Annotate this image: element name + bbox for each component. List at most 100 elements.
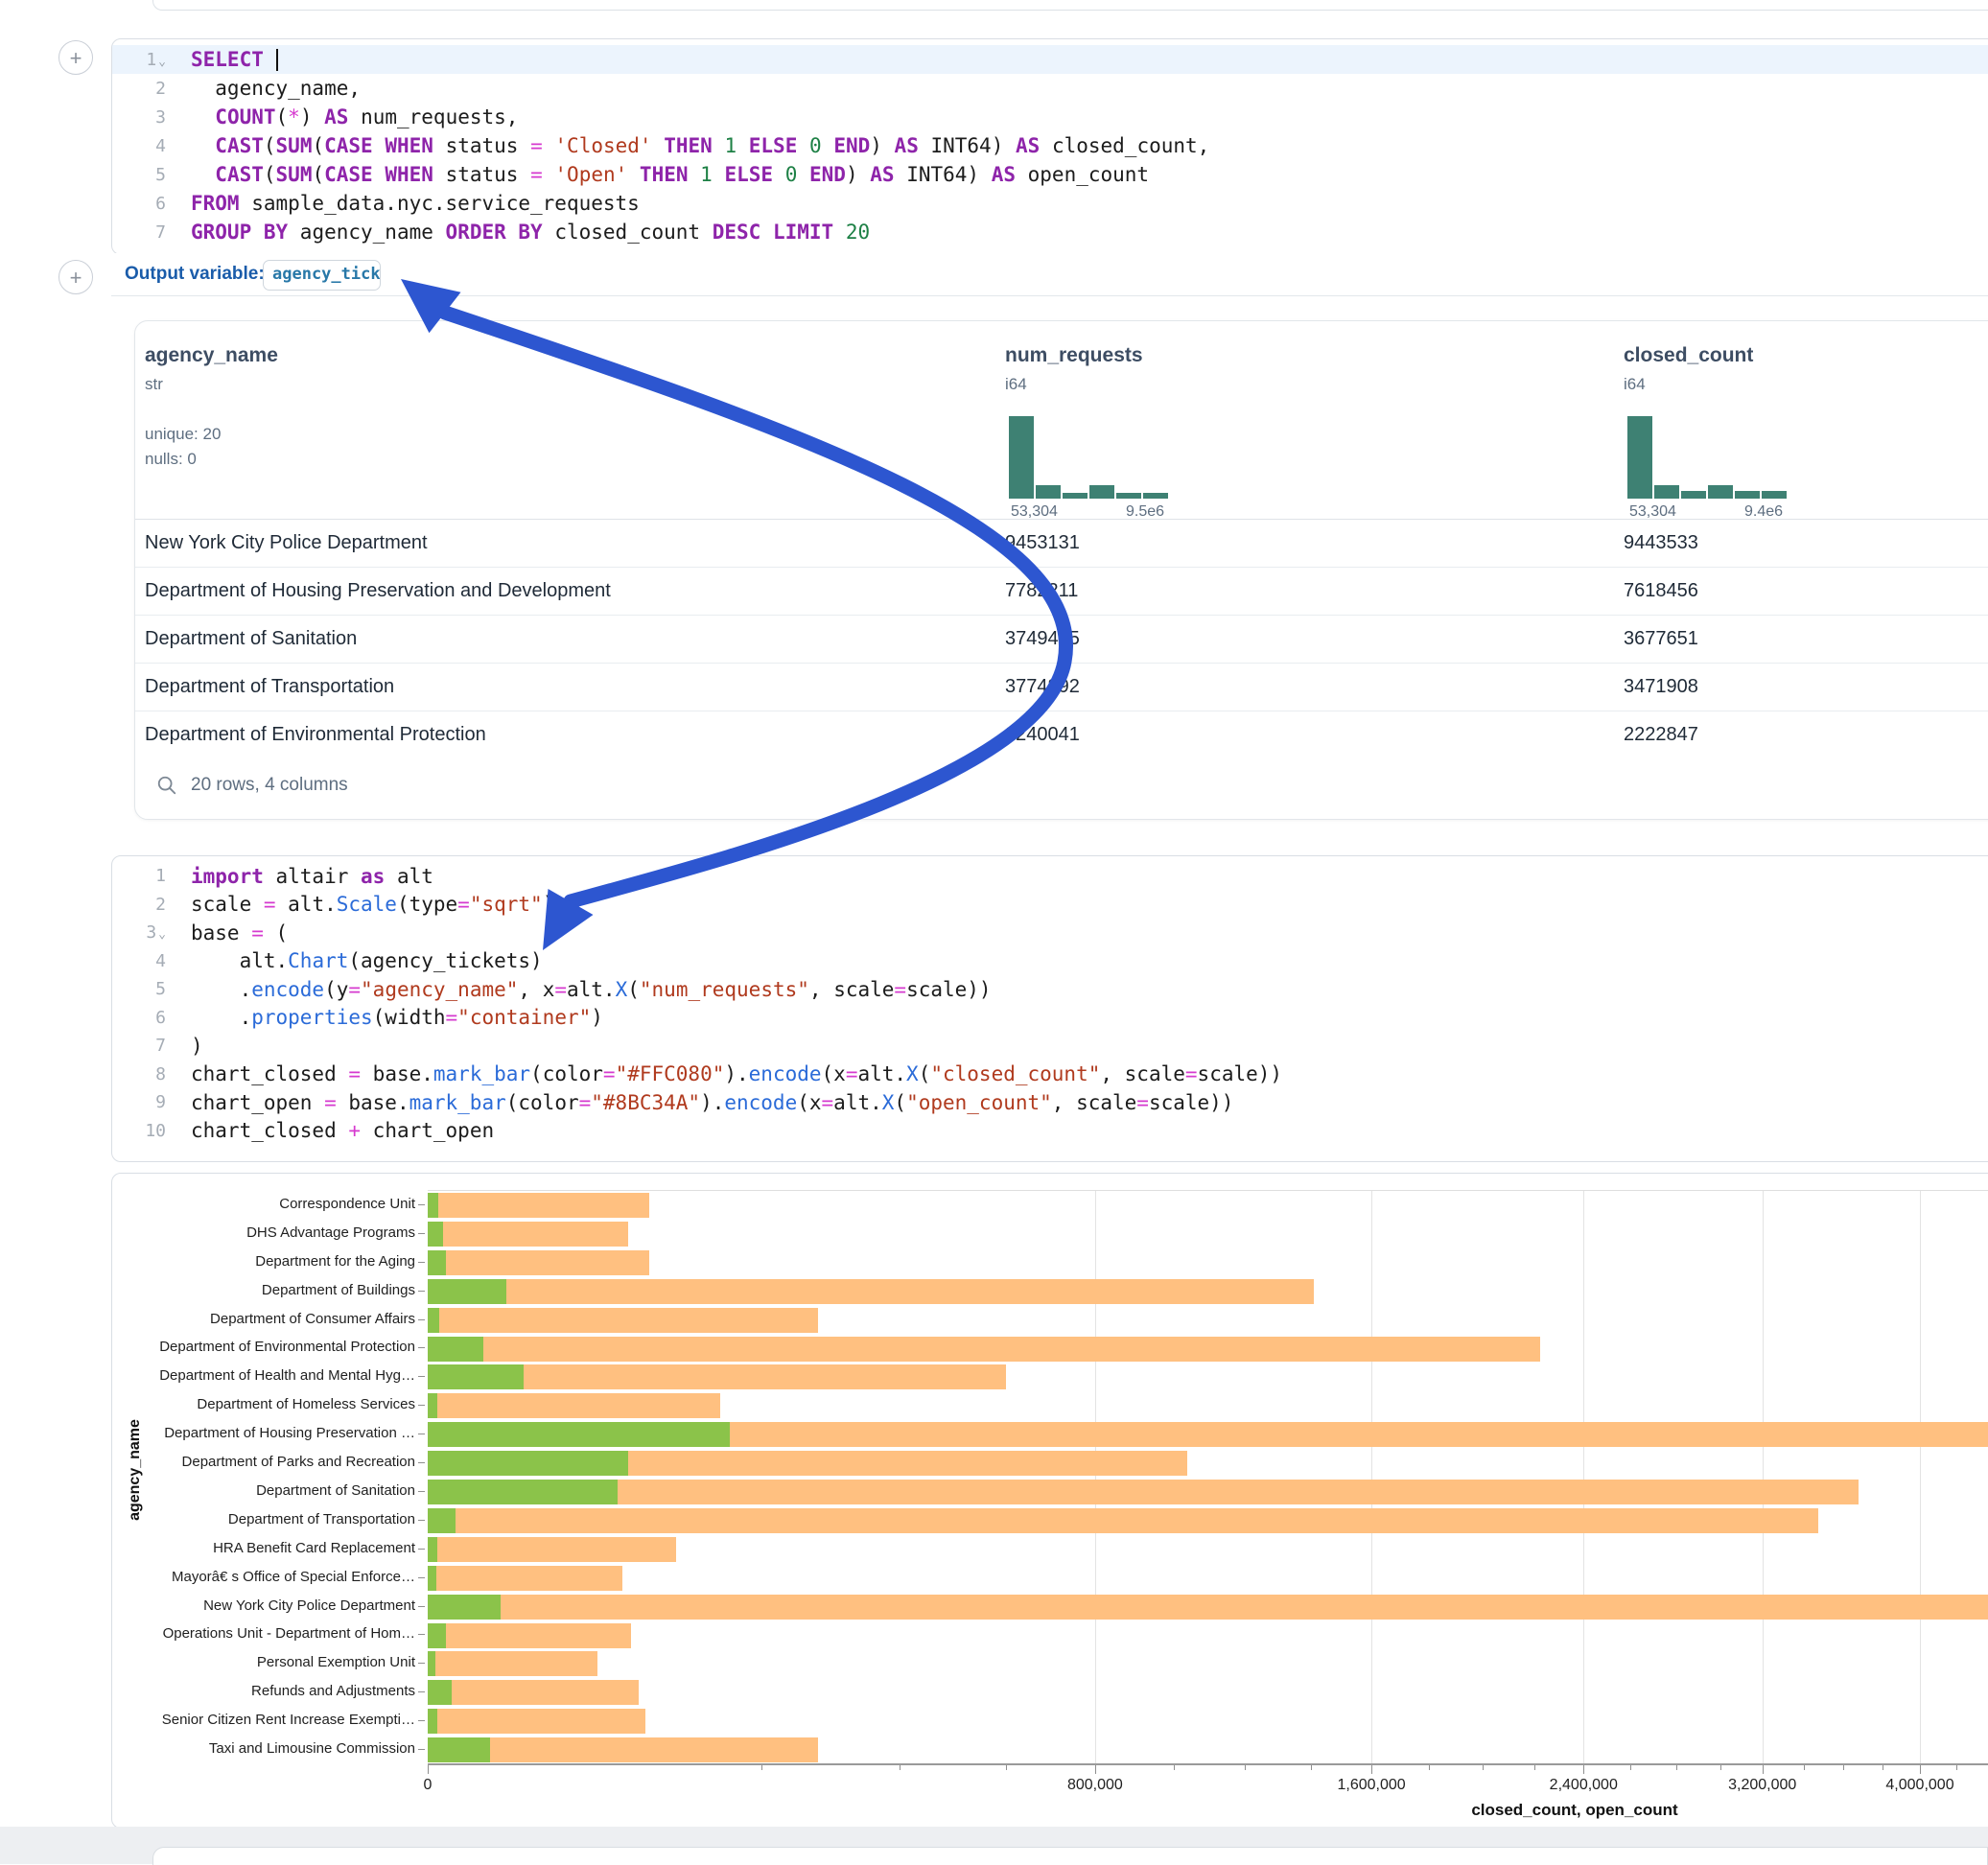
code-line-10[interactable]: 10chart_closed + chart_open (112, 1117, 1988, 1146)
text-cursor (276, 49, 278, 71)
code-line-5[interactable]: 5 CAST(SUM(CASE WHEN status = 'Open' THE… (112, 160, 1988, 189)
x-axis-minor-tick (1174, 1765, 1175, 1770)
x-axis-minor-tick (1676, 1765, 1677, 1770)
cell-num-requests: 3749485 (1005, 616, 1080, 663)
x-axis-minor-tick (1483, 1765, 1484, 1770)
python-code-editor[interactable]: 1import altair as alt2scale = alt.Scale(… (112, 856, 1988, 1145)
row-count-label: 20 rows, 4 columns (191, 775, 348, 796)
line-number: 3 (112, 107, 175, 128)
bar-open-count (428, 1623, 446, 1648)
y-axis-label: Department of Housing Preservation … (128, 1425, 415, 1441)
code-line-4[interactable]: 4 CAST(SUM(CASE WHEN status = 'Closed' T… (112, 131, 1988, 160)
search-icon[interactable] (156, 775, 177, 796)
y-axis-tick (418, 1606, 425, 1607)
table-row[interactable]: Department of Housing Preservation and D… (135, 567, 1988, 615)
code-line-3[interactable]: 3⌄base = ( (112, 919, 1988, 947)
sql-code-cell[interactable]: 1⌄SELECT 2 agency_name,3 COUNT(*) AS num… (111, 38, 1988, 255)
add-cell-button-middle[interactable]: + (58, 260, 93, 294)
bar-open-count (428, 1308, 439, 1333)
code-line-2[interactable]: 2 agency_name, (112, 74, 1988, 103)
bar-open-count (428, 1337, 483, 1362)
sql-code-editor[interactable]: 1⌄SELECT 2 agency_name,3 COUNT(*) AS num… (112, 39, 1988, 246)
histogram-bar (1681, 491, 1706, 499)
line-number: 5 (112, 979, 175, 999)
column-header-closed-count[interactable]: closed_count (1624, 344, 1753, 367)
code-line-8[interactable]: 8chart_closed = base.mark_bar(color="#FF… (112, 1061, 1988, 1089)
code-line-7[interactable]: 7) (112, 1032, 1988, 1061)
column-meta-nulls: nulls: 0 (145, 450, 197, 469)
bar-closed-count (428, 1508, 1818, 1533)
bar-open-count (428, 1737, 490, 1762)
bar-open-count (428, 1393, 437, 1418)
code-line-2[interactable]: 2scale = alt.Scale(type="sqrt") (112, 891, 1988, 920)
y-axis-tick (418, 1204, 425, 1205)
code-line-1[interactable]: 1⌄SELECT (112, 45, 1988, 74)
gridline (1763, 1191, 1764, 1764)
x-axis-minor-tick (1956, 1765, 1957, 1770)
column-header-agency-name[interactable]: agency_name (145, 344, 278, 367)
y-axis-label: Department for the Aging (128, 1253, 415, 1270)
y-axis-tick (418, 1577, 425, 1578)
chart-x-axis-line (428, 1763, 1988, 1765)
bar-closed-count (428, 1308, 818, 1333)
code-line-3[interactable]: 3 COUNT(*) AS num_requests, (112, 103, 1988, 131)
x-axis-tick-label: 4,000,000 (1885, 1777, 1953, 1794)
code-line-7[interactable]: 7GROUP BY agency_name ORDER BY closed_co… (112, 218, 1988, 246)
bar-closed-count (428, 1193, 649, 1218)
x-axis-major-tick (1920, 1765, 1921, 1774)
bar-closed-count (428, 1680, 639, 1705)
output-variable-label: Output variable: (125, 264, 265, 285)
collapse-chevron-icon[interactable]: ⌄ (158, 55, 166, 69)
x-axis-tick-label: 0 (424, 1777, 433, 1794)
table-row[interactable]: Department of Environmental Protection22… (135, 711, 1988, 758)
bar-open-count (428, 1508, 456, 1533)
y-axis-label: Personal Exemption Unit (128, 1654, 415, 1670)
gridline (1371, 1191, 1372, 1764)
line-number: 6 (112, 1008, 175, 1028)
query-results-table: agency_name str unique: 20 nulls: 0 num_… (134, 320, 1988, 820)
line-number: 7 (112, 1036, 175, 1056)
x-axis-major-tick (428, 1765, 429, 1774)
line-number: 8 (112, 1064, 175, 1084)
bar-closed-count (428, 1651, 597, 1676)
table-row[interactable]: New York City Police Department945313194… (135, 519, 1988, 567)
bar-closed-count (428, 1393, 720, 1418)
y-axis-tick (418, 1634, 425, 1635)
code-line-5[interactable]: 5 .encode(y="agency_name", x=alt.X("num_… (112, 975, 1988, 1004)
cell-num-requests: 9453131 (1005, 520, 1080, 567)
line-number: 1 (112, 866, 175, 886)
y-axis-tick (418, 1347, 425, 1348)
bar-closed-count (428, 1623, 631, 1648)
line-number: 7 (112, 222, 175, 243)
code-line-9[interactable]: 9chart_open = base.mark_bar(color="#8BC3… (112, 1088, 1988, 1117)
code-line-6[interactable]: 6FROM sample_data.nyc.service_requests (112, 189, 1988, 218)
cell-num-requests: 2240041 (1005, 711, 1080, 758)
y-axis-tick (418, 1262, 425, 1263)
gridline (1583, 1191, 1584, 1764)
line-number: 9 (112, 1092, 175, 1112)
histogram-bar (1116, 493, 1141, 499)
column-header-num-requests[interactable]: num_requests (1005, 344, 1143, 367)
cell-agency-name: New York City Police Department (145, 520, 428, 567)
table-row[interactable]: Department of Sanitation37494853677651 (135, 615, 1988, 663)
bar-open-count (428, 1566, 436, 1591)
x-axis-tick-label: 2,400,000 (1550, 1777, 1618, 1794)
collapse-chevron-icon[interactable]: ⌄ (158, 927, 166, 942)
y-axis-tick (418, 1691, 425, 1692)
y-axis-label: New York City Police Department (128, 1597, 415, 1614)
histogram-bar (1089, 485, 1114, 499)
y-axis-tick (418, 1462, 425, 1463)
bar-open-count (428, 1279, 506, 1304)
line-number: 10 (112, 1121, 175, 1141)
bar-open-count (428, 1222, 443, 1247)
code-line-6[interactable]: 6 .properties(width="container") (112, 1004, 1988, 1033)
add-cell-button-top[interactable]: + (58, 40, 93, 75)
cell-closed-count: 2222847 (1624, 711, 1698, 758)
histogram-bar (1654, 485, 1679, 499)
output-variable-pill[interactable]: agency_tickets (263, 260, 381, 291)
table-row[interactable]: Department of Transportation377489234719… (135, 663, 1988, 711)
code-line-1[interactable]: 1import altair as alt (112, 862, 1988, 891)
python-code-cell[interactable]: 1import altair as alt2scale = alt.Scale(… (111, 855, 1988, 1162)
code-line-4[interactable]: 4 alt.Chart(agency_tickets) (112, 947, 1988, 976)
x-axis-minor-tick (1804, 1765, 1805, 1770)
